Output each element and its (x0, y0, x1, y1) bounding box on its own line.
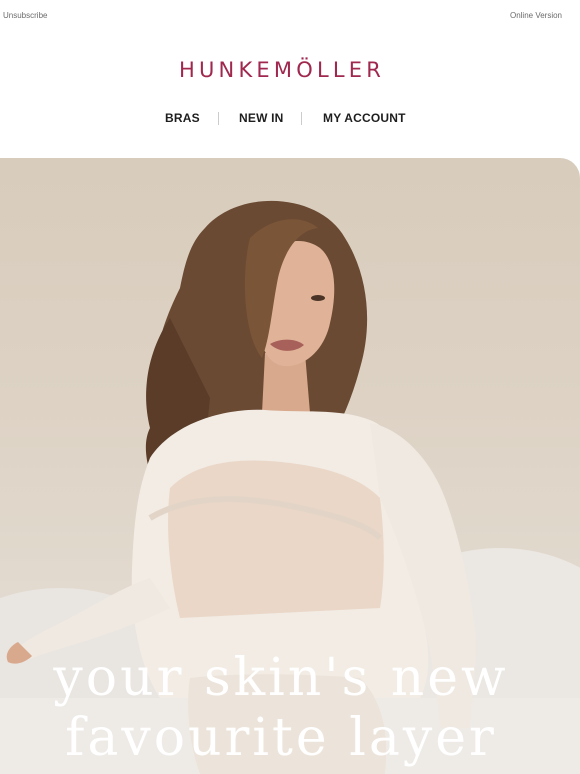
hero-headline-line-1: your skin's new (53, 648, 509, 708)
nav-item-bras[interactable]: BRAS (165, 111, 200, 125)
online-version-link[interactable]: Online Version (510, 11, 562, 20)
main-nav: BRAS NEW IN MY ACCOUNT (0, 111, 564, 129)
eye (311, 295, 325, 301)
nav-divider (218, 112, 219, 125)
brand-logo[interactable]: HUNKEMÖLLER (0, 58, 564, 82)
nav-item-my-account[interactable]: MY ACCOUNT (323, 111, 406, 125)
nav-item-new-in[interactable]: NEW IN (239, 111, 284, 125)
unsubscribe-link[interactable]: Unsubscribe (3, 11, 47, 20)
torso-skin (168, 460, 384, 618)
hero-headline-line-2: favourite layer (65, 708, 497, 768)
top-bar: Unsubscribe Online Version (0, 0, 580, 30)
nav-divider (301, 112, 302, 125)
